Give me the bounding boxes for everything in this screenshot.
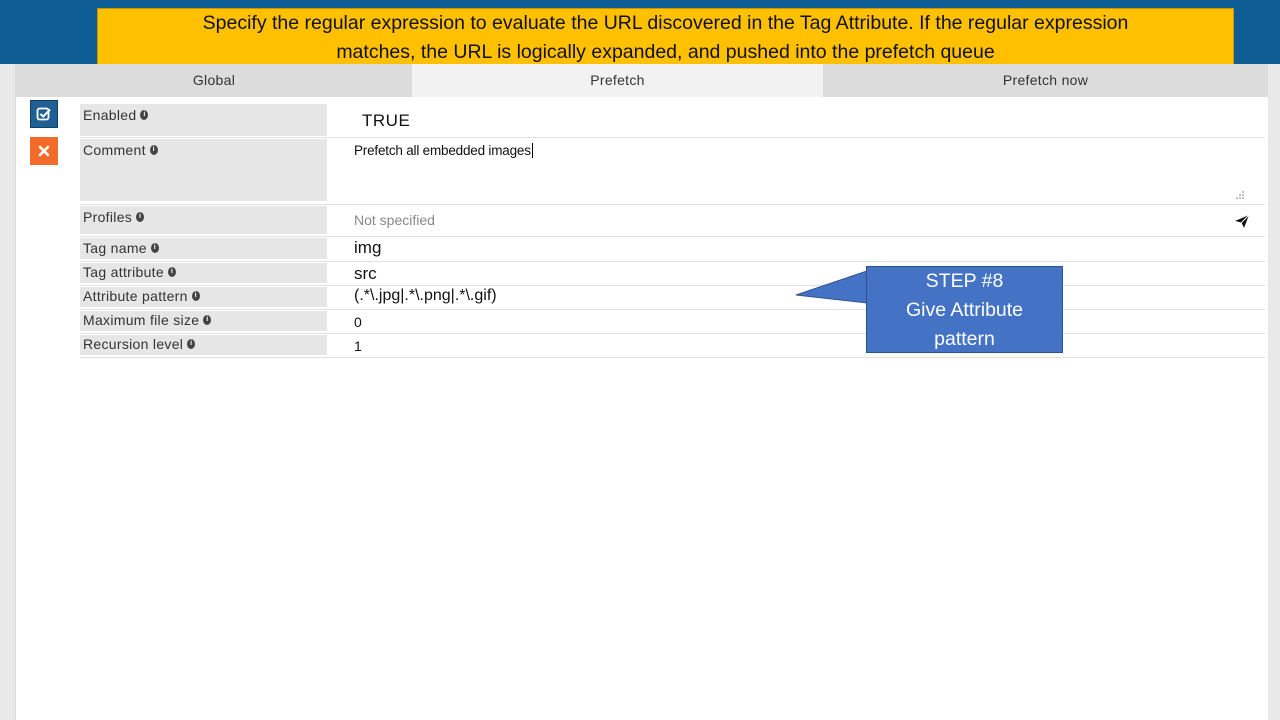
recursion-level-input[interactable]: 1 [354,338,362,354]
step-text-1: Give Attribute [905,299,1024,321]
tag-name-input[interactable]: img [354,238,381,258]
comment-label: Comment i [80,139,327,201]
tab-prefetch[interactable]: Prefetch [412,64,823,97]
info-icon: i [191,291,200,301]
resize-grip-icon[interactable] [1235,190,1245,200]
info-icon: i [136,212,145,222]
tab-prefetch-now[interactable]: Prefetch now [823,64,1268,97]
info-icon: i [187,339,196,349]
comment-textarea[interactable]: Prefetch all embedded images [354,143,533,158]
step-text-2: pattern [934,328,995,350]
tag-attribute-input[interactable]: src [354,264,377,284]
info-icon: i [167,267,176,277]
profiles-label: Profiles i [80,206,327,234]
profiles-select[interactable]: Not specified [354,212,435,228]
info-icon: i [203,315,212,325]
cancel-button[interactable] [30,137,58,165]
left-gutter [0,64,16,720]
recursion-level-row: Recursion level i 1 [80,334,1265,358]
instruction-line-2: matches, the URL is logically expanded, … [336,41,995,63]
info-icon: i [149,145,158,155]
profiles-row: Profiles i Not specified [80,205,1265,237]
enabled-value[interactable]: TRUE [362,111,410,131]
info-icon: i [150,243,159,253]
attribute-pattern-label: Attribute pattern i [80,287,327,307]
attribute-pattern-input[interactable]: (.*\.jpg|.*\.png|.*\.gif) [354,287,497,305]
enabled-row: Enabled i TRUE [80,103,1265,138]
attribute-pattern-row: Attribute pattern i (.*\.jpg|.*\.png|.*\.… [80,286,1265,310]
instruction-line-1: Specify the regular expression to evalua… [202,12,1129,34]
recursion-level-label: Recursion level i [80,335,327,355]
tag-name-label: Tag name i [80,238,327,259]
save-button[interactable] [30,100,58,128]
callout-pointer [795,270,868,304]
right-scrollbar[interactable] [1268,64,1280,720]
info-icon: i [140,110,149,120]
step-callout: STEP #8 Give Attribute pattern [866,266,1063,353]
tag-name-row: Tag name i img [80,237,1265,262]
max-file-size-label: Maximum file size i [80,311,327,331]
instruction-callout: Specify the regular expression to evalua… [97,8,1234,65]
enabled-label: Enabled i [80,104,327,136]
tab-global[interactable]: Global [16,64,412,97]
tab-bar: Global Prefetch Prefetch now [16,64,1268,97]
close-icon [38,145,50,157]
comment-row: Comment i Prefetch all embedded images [80,138,1265,205]
max-file-size-row: Maximum file size i 0 [80,310,1265,334]
check-square-icon [36,107,51,121]
tag-attribute-row: Tag attribute i src [80,262,1265,286]
send-icon[interactable] [1234,214,1250,229]
step-number: STEP #8 [925,270,1004,292]
max-file-size-input[interactable]: 0 [354,314,362,330]
tag-attribute-label: Tag attribute i [80,263,327,283]
